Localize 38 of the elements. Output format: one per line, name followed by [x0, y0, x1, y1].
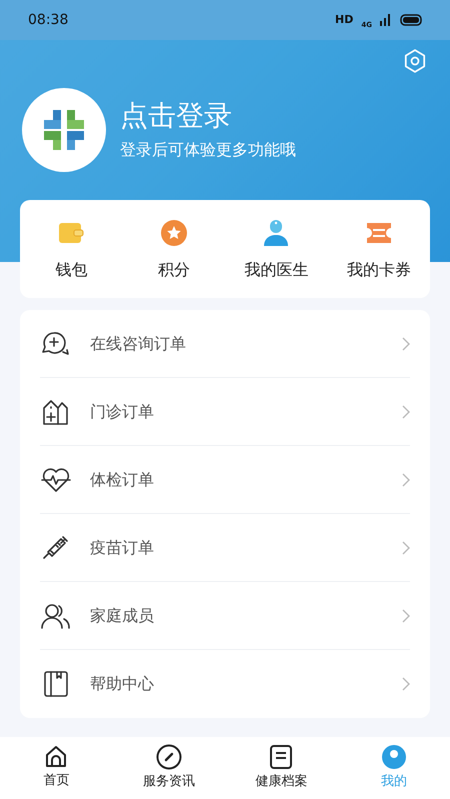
profile-icon [380, 744, 407, 770]
signal-icon [380, 14, 392, 26]
wallet-icon [58, 221, 84, 245]
heart-pulse-icon [41, 466, 71, 492]
hd-label: HD [335, 12, 354, 28]
document-icon [269, 744, 294, 770]
menu-item[interactable]: 门诊订单 [40, 378, 410, 446]
nav-tab[interactable]: 健康档案 [225, 737, 338, 799]
nav-tab[interactable]: 首页 [0, 737, 112, 799]
menu-item[interactable]: 在线咨询订单 [40, 310, 410, 378]
chevron-icon [402, 540, 410, 554]
chevron-icon [402, 472, 410, 486]
people-icon [41, 602, 71, 628]
cross-logo-icon [44, 110, 84, 150]
shortcut-item[interactable]: 积分 [122, 200, 225, 298]
clock-text: 08:38 [28, 10, 68, 30]
book-icon [43, 670, 69, 698]
compass-icon [156, 744, 182, 770]
chevron-icon [402, 608, 410, 622]
menu-item[interactable]: 体检订单 [40, 446, 410, 514]
chevron-icon [402, 677, 410, 691]
settings-icon[interactable] [402, 48, 428, 74]
menu-item[interactable]: 疫苗订单 [40, 514, 410, 582]
home-icon [44, 745, 68, 770]
shortcut-item[interactable]: 我的卡券 [328, 200, 430, 298]
chevron-icon [402, 404, 410, 418]
menu-item[interactable]: 家庭成员 [40, 582, 410, 650]
nav-tab[interactable]: 服务资讯 [112, 737, 225, 799]
syringe-icon [42, 534, 70, 562]
shortcut-item[interactable]: 我的医生 [225, 200, 328, 298]
clinic-icon [42, 398, 70, 426]
shortcut-item[interactable]: 钱包 [20, 200, 122, 298]
chat-plus-icon [41, 330, 71, 358]
battery-icon [400, 14, 422, 26]
doctor-icon [263, 219, 290, 247]
chevron-icon [402, 336, 410, 350]
menu-item[interactable]: 帮助中心 [40, 650, 410, 718]
login-subtitle: 登录后可体验更多功能哦 [120, 142, 296, 158]
